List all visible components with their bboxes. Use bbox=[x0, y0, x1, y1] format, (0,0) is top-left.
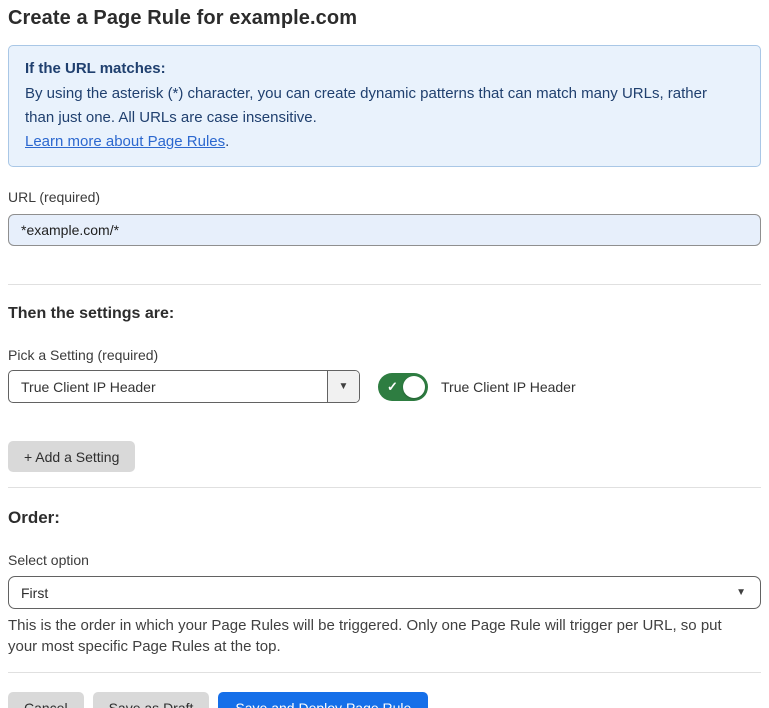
info-link-line: Learn more about Page Rules. bbox=[25, 130, 744, 154]
save-and-deploy-button[interactable]: Save and Deploy Page Rule bbox=[218, 692, 428, 708]
divider bbox=[8, 487, 761, 488]
order-section-heading: Order: bbox=[8, 508, 761, 528]
setting-picker-arrow-button[interactable]: ▼ bbox=[327, 371, 359, 402]
page-title: Create a Page Rule for example.com bbox=[8, 7, 761, 30]
setting-toggle[interactable]: ✓ bbox=[378, 373, 428, 401]
toggle-knob bbox=[403, 376, 425, 398]
chevron-down-icon: ▼ bbox=[736, 588, 746, 598]
url-match-info-box: If the URL matches: By using the asteris… bbox=[8, 45, 761, 167]
info-box-body: By using the asterisk (*) character, you… bbox=[25, 82, 735, 130]
info-box-heading: If the URL matches: bbox=[25, 57, 744, 81]
chevron-down-icon: ▼ bbox=[339, 382, 349, 392]
url-input[interactable] bbox=[8, 214, 761, 246]
divider bbox=[8, 672, 761, 673]
save-as-draft-button[interactable]: Save as Draft bbox=[93, 692, 210, 708]
pick-setting-label: Pick a Setting (required) bbox=[8, 347, 761, 363]
footer-actions: Cancel Save as Draft Save and Deploy Pag… bbox=[8, 692, 761, 708]
settings-section-heading: Then the settings are: bbox=[8, 305, 761, 323]
select-option-label: Select option bbox=[8, 552, 761, 568]
link-suffix: . bbox=[225, 133, 229, 150]
url-label: URL (required) bbox=[8, 189, 761, 205]
setting-picker-value: True Client IP Header bbox=[9, 371, 327, 402]
learn-more-link[interactable]: Learn more about Page Rules bbox=[25, 133, 225, 150]
divider bbox=[8, 284, 761, 285]
order-select-value: First bbox=[21, 585, 48, 601]
check-icon: ✓ bbox=[387, 379, 398, 395]
setting-toggle-label: True Client IP Header bbox=[441, 379, 576, 395]
setting-row: True Client IP Header ▼ ✓ True Client IP… bbox=[8, 370, 761, 403]
order-help-text: This is the order in which your Page Rul… bbox=[8, 615, 753, 657]
add-setting-button[interactable]: + Add a Setting bbox=[8, 441, 135, 472]
cancel-button[interactable]: Cancel bbox=[8, 692, 84, 708]
setting-picker-dropdown[interactable]: True Client IP Header ▼ bbox=[8, 370, 360, 403]
create-page-rule-form: Create a Page Rule for example.com If th… bbox=[0, 0, 769, 708]
order-select[interactable]: First ▼ bbox=[8, 576, 761, 609]
